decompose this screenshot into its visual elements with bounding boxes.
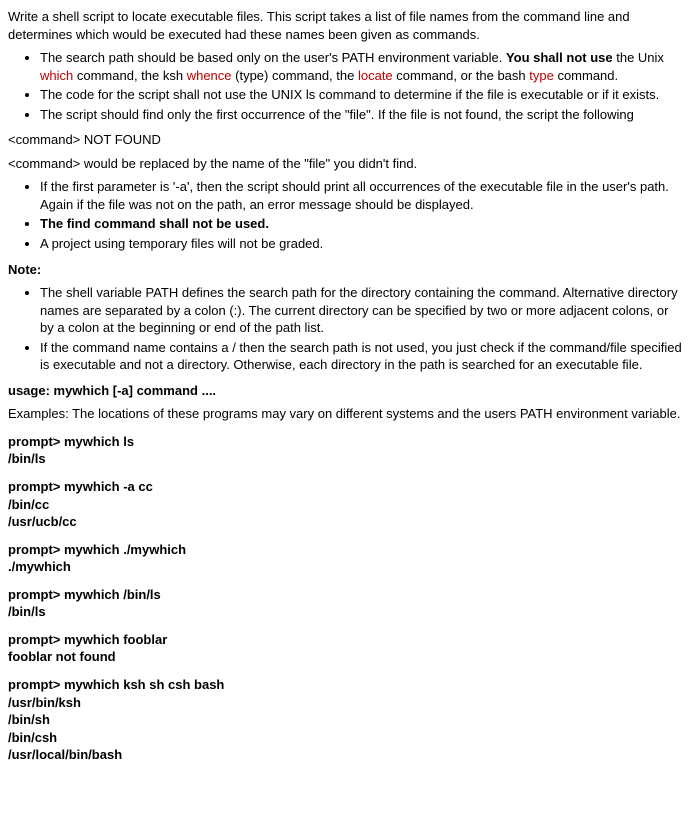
ex4-cmd: prompt> mywhich /bin/ls: [8, 586, 683, 604]
req1-text-c: the Unix: [613, 50, 664, 65]
example-2: prompt> mywhich -a cc /bin/cc /usr/ucb/c…: [8, 478, 683, 531]
example-1: prompt> mywhich ls /bin/ls: [8, 433, 683, 468]
req1-text-g: command.: [554, 68, 618, 83]
ex2-cmd: prompt> mywhich -a cc: [8, 478, 683, 496]
req1-text-f: command, or the bash: [393, 68, 530, 83]
req-item-5: The find command shall not be used.: [40, 215, 683, 233]
example-4: prompt> mywhich /bin/ls /bin/ls: [8, 586, 683, 621]
note-label: Note:: [8, 261, 683, 279]
replaced-line: <command> would be replaced by the name …: [8, 155, 683, 173]
ex2-out2: /usr/ucb/cc: [8, 513, 683, 531]
intro-paragraph: Write a shell script to locate executabl…: [8, 8, 683, 43]
req1-type: type: [529, 68, 554, 83]
notfound-line: <command> NOT FOUND: [8, 131, 683, 149]
req-item-1: The search path should be based only on …: [40, 49, 683, 84]
ex6-out3: /bin/csh: [8, 729, 683, 747]
ex2-out1: /bin/cc: [8, 496, 683, 514]
note-item-2: If the command name contains a / then th…: [40, 339, 683, 374]
example-3: prompt> mywhich ./mywhich ./mywhich: [8, 541, 683, 576]
req1-text-e: (type) command, the: [232, 68, 358, 83]
req-item-2: The code for the script shall not use th…: [40, 86, 683, 104]
ex6-cmd: prompt> mywhich ksh sh csh bash: [8, 676, 683, 694]
note-item-1: The shell variable PATH defines the sear…: [40, 284, 683, 337]
ex6-out1: /usr/bin/ksh: [8, 694, 683, 712]
req-item-6: A project using temporary files will not…: [40, 235, 683, 253]
ex4-out: /bin/ls: [8, 603, 683, 621]
req1-text-b: You shall not use: [506, 50, 613, 65]
examples-intro: Examples: The locations of these program…: [8, 405, 683, 423]
req1-which: which: [40, 68, 73, 83]
ex1-out: /bin/ls: [8, 450, 683, 468]
req1-whence: whence: [187, 68, 232, 83]
ex5-out: fooblar not found: [8, 648, 683, 666]
ex6-out2: /bin/sh: [8, 711, 683, 729]
requirements-list-1: The search path should be based only on …: [8, 49, 683, 123]
ex3-cmd: prompt> mywhich ./mywhich: [8, 541, 683, 559]
requirements-list-2: If the first parameter is '-a', then the…: [8, 178, 683, 252]
req-item-4: If the first parameter is '-a', then the…: [40, 178, 683, 213]
ex5-cmd: prompt> mywhich fooblar: [8, 631, 683, 649]
ex3-out: ./mywhich: [8, 558, 683, 576]
example-6: prompt> mywhich ksh sh csh bash /usr/bin…: [8, 676, 683, 764]
note-list: The shell variable PATH defines the sear…: [8, 284, 683, 374]
ex6-out4: /usr/local/bin/bash: [8, 746, 683, 764]
ex1-cmd: prompt> mywhich ls: [8, 433, 683, 451]
usage-line: usage: mywhich [-a] command ....: [8, 382, 683, 400]
req-item-3: The script should find only the first oc…: [40, 106, 683, 124]
req1-text-a: The search path should be based only on …: [40, 50, 506, 65]
example-5: prompt> mywhich fooblar fooblar not foun…: [8, 631, 683, 666]
req1-locate: locate: [358, 68, 393, 83]
req1-text-d: command, the ksh: [73, 68, 186, 83]
